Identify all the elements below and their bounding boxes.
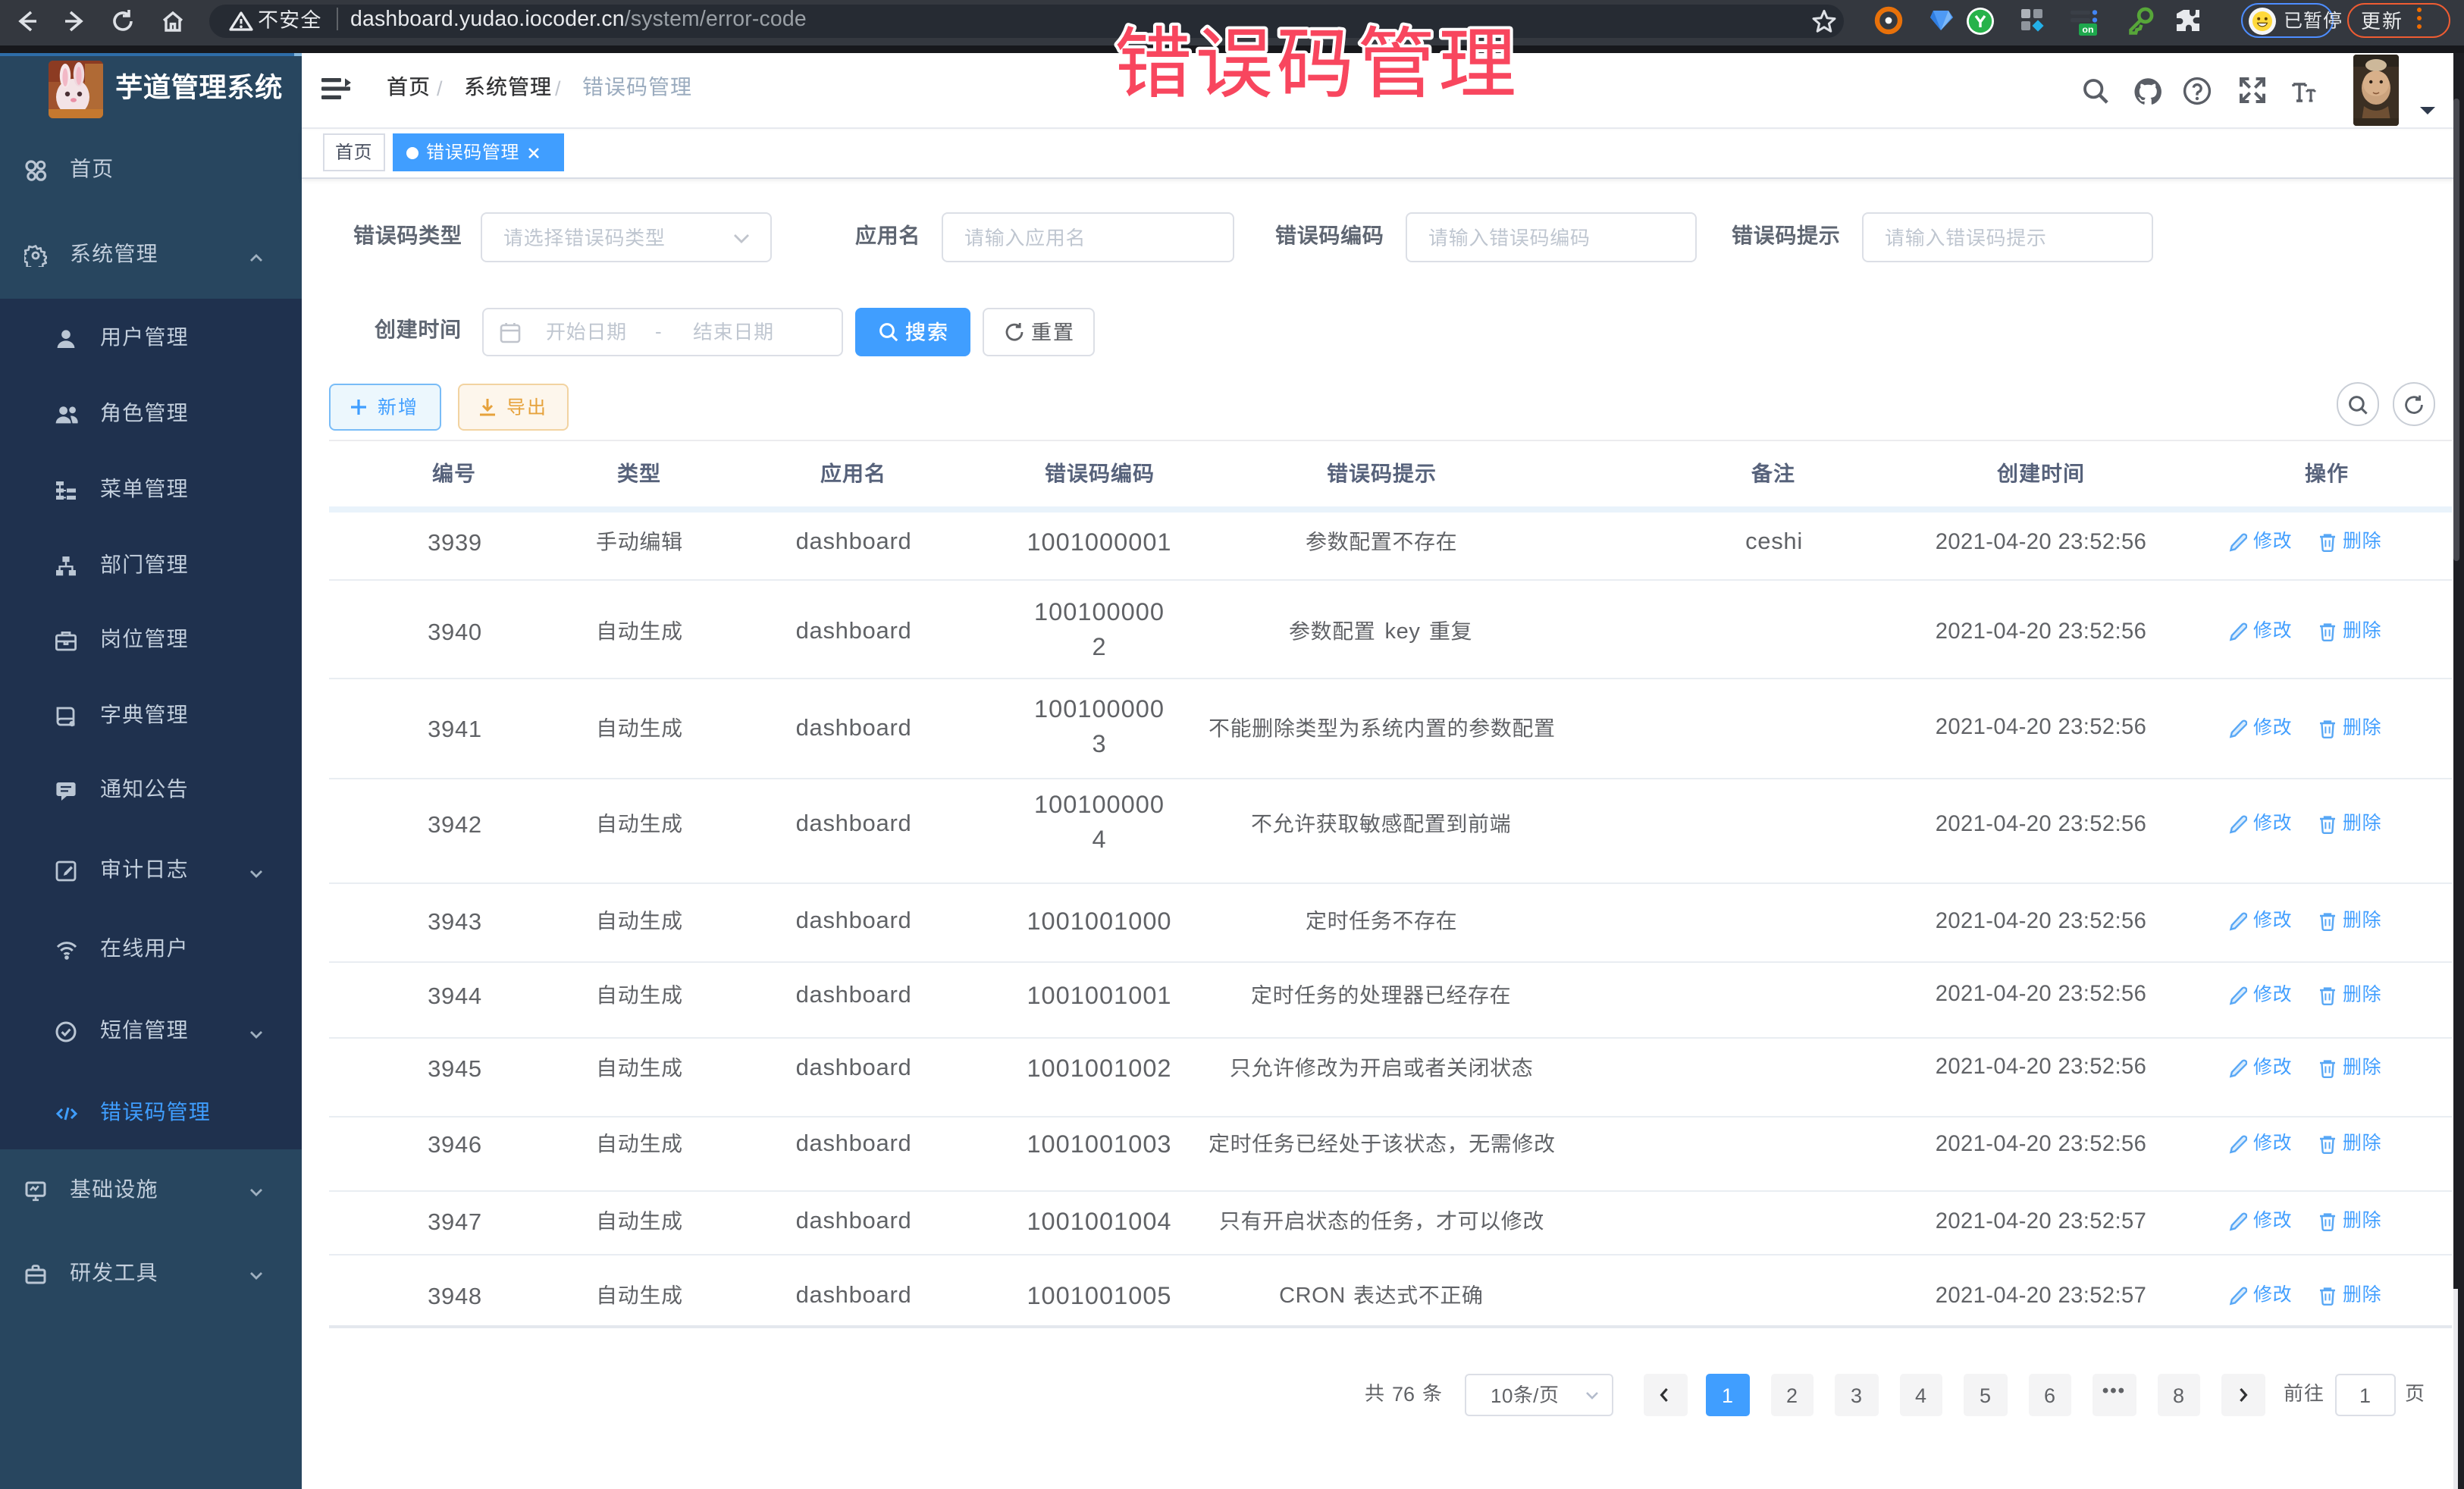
svg-text:on: on — [2082, 24, 2093, 35]
